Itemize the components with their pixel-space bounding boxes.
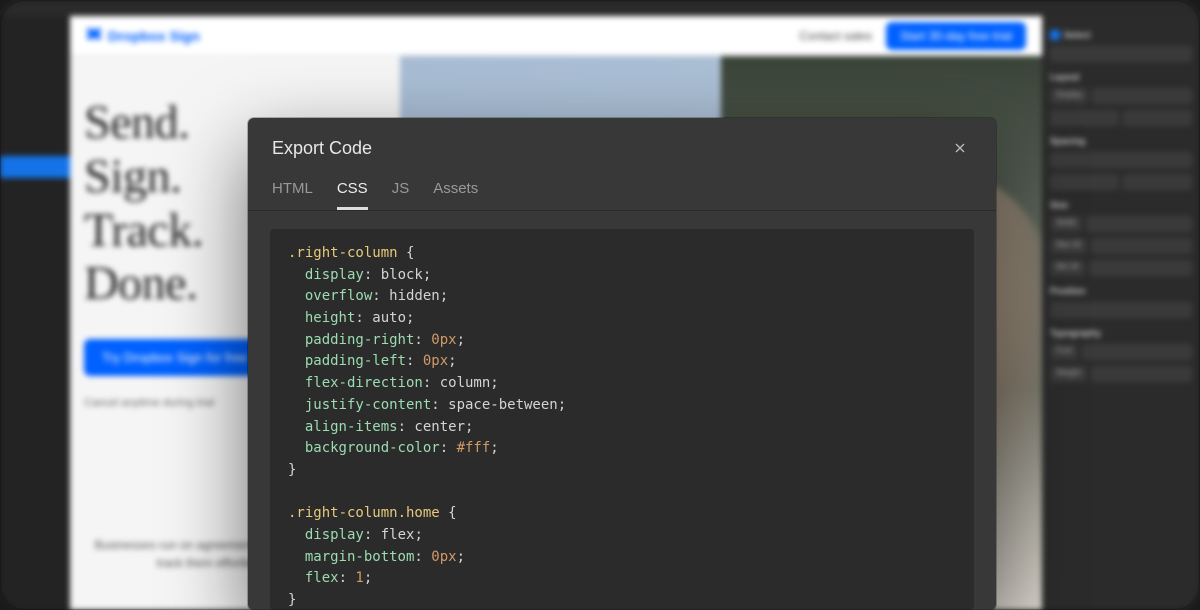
app-left-rail: [0, 16, 70, 610]
contact-sales-link[interactable]: Contact sales: [799, 29, 872, 43]
select-indicator-icon: [1050, 30, 1060, 40]
inspector-field[interactable]: [1091, 366, 1192, 382]
inspector-field[interactable]: [1050, 174, 1119, 190]
code-line: display: block;: [288, 265, 956, 287]
tab-html[interactable]: HTML: [272, 180, 313, 210]
code-line: .right-column.home {: [288, 503, 956, 525]
inspector-field[interactable]: [1091, 238, 1192, 254]
inspector-field[interactable]: [1092, 88, 1192, 104]
code-line: align-items: center;: [288, 417, 956, 439]
inspector-section: Position: [1050, 286, 1192, 296]
code-line: [288, 482, 956, 504]
inspector-section: Layout: [1050, 72, 1192, 82]
app-right-inspector: Select Layout Display Spacing Size Width…: [1042, 16, 1200, 610]
inspector-section: Select: [1050, 30, 1192, 40]
dropbox-logo-icon: [86, 28, 102, 44]
inspector-pill[interactable]: Display: [1050, 88, 1088, 104]
modal-header: Export Code: [248, 118, 996, 172]
code-line: }: [288, 590, 956, 610]
preview-site-header: Dropbox Sign Contact sales Start 30-day …: [70, 16, 1042, 56]
modal-tabs: HTML CSS JS Assets: [248, 172, 996, 211]
inspector-field[interactable]: [1089, 260, 1192, 276]
code-line: height: auto;: [288, 308, 956, 330]
left-rail-active-item[interactable]: [0, 156, 70, 178]
code-line: justify-content: space-between;: [288, 395, 956, 417]
site-logo[interactable]: Dropbox Sign: [86, 28, 200, 44]
inspector-section: Spacing: [1050, 136, 1192, 146]
modal-close-button[interactable]: [948, 136, 972, 160]
inspector-pill[interactable]: Weight: [1050, 366, 1087, 382]
close-icon: [952, 140, 968, 156]
inspector-pill[interactable]: Font: [1050, 344, 1078, 360]
inspector-field[interactable]: [1086, 216, 1192, 232]
inspector-pill[interactable]: Width: [1050, 216, 1082, 232]
inspector-field[interactable]: [1050, 152, 1192, 168]
tab-js[interactable]: JS: [392, 180, 410, 210]
inspector-pill[interactable]: Max W: [1050, 238, 1087, 254]
code-line: .right-column {: [288, 243, 956, 265]
code-line: flex: 1;: [288, 568, 956, 590]
inspector-field[interactable]: [1123, 110, 1192, 126]
code-line: flex-direction: column;: [288, 373, 956, 395]
inspector-field[interactable]: [1123, 174, 1192, 190]
start-trial-button[interactable]: Start 30-day free trial: [886, 22, 1026, 50]
inspector-field[interactable]: [1050, 46, 1192, 62]
code-viewer[interactable]: .right-column {display: block;overflow: …: [270, 229, 974, 610]
export-code-modal: Export Code HTML CSS JS Assets .right-co…: [248, 118, 996, 610]
code-line: overflow: hidden;: [288, 286, 956, 308]
modal-title: Export Code: [272, 138, 372, 159]
code-line: padding-left: 0px;: [288, 351, 956, 373]
inspector-section: Size: [1050, 200, 1192, 210]
app-menubar: [0, 0, 1200, 16]
code-line: display: flex;: [288, 525, 956, 547]
code-line: margin-bottom: 0px;: [288, 547, 956, 569]
code-line: background-color: #fff;: [288, 438, 956, 460]
tab-assets[interactable]: Assets: [433, 180, 478, 210]
inspector-field[interactable]: [1050, 110, 1119, 126]
code-line: padding-right: 0px;: [288, 330, 956, 352]
tab-css[interactable]: CSS: [337, 180, 368, 210]
inspector-field[interactable]: [1050, 302, 1192, 318]
inspector-field[interactable]: [1082, 344, 1192, 360]
hero-cta-button[interactable]: Try Dropbox Sign for free: [84, 339, 265, 376]
code-line: }: [288, 460, 956, 482]
site-logo-text: Dropbox Sign: [108, 28, 200, 44]
inspector-section: Typography: [1050, 328, 1192, 338]
inspector-pill[interactable]: Min W: [1050, 260, 1085, 276]
